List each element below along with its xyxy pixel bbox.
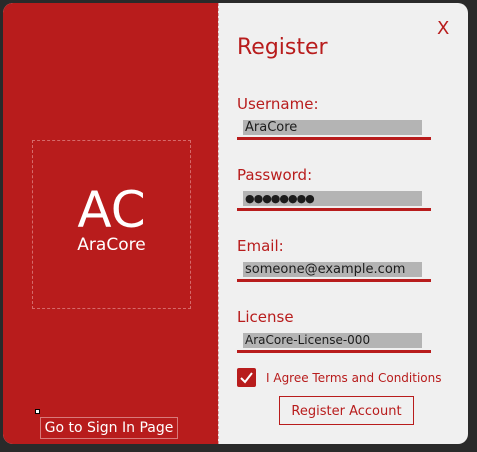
register-window: AC AraCore Go to Sign In Page X Register…: [3, 3, 468, 444]
close-button[interactable]: X: [437, 19, 449, 39]
password-underline: [237, 208, 431, 211]
email-label: Email:: [237, 237, 284, 255]
page-title: Register: [237, 35, 328, 60]
goto-signin-button[interactable]: Go to Sign In Page: [40, 417, 178, 439]
username-label: Username:: [237, 95, 319, 113]
logo: AC AraCore: [32, 140, 191, 309]
logo-mark: AC: [77, 181, 146, 239]
password-field[interactable]: ●●●●●●●●: [243, 191, 422, 206]
license-field[interactable]: AraCore-License-000: [243, 333, 422, 348]
selection-handle: [35, 409, 40, 414]
username-field[interactable]: AraCore: [243, 120, 422, 135]
agree-label: I Agree Terms and Conditions: [266, 371, 442, 385]
logo-name: AraCore: [77, 235, 146, 255]
register-account-button[interactable]: Register Account: [279, 396, 414, 425]
password-label: Password:: [237, 166, 313, 184]
license-underline: [237, 350, 431, 353]
email-field[interactable]: someone@example.com: [243, 262, 422, 277]
email-underline: [237, 279, 431, 282]
register-form: X Register Username: AraCore Password: ●…: [219, 3, 468, 444]
checkmark-icon: [240, 372, 253, 384]
license-label: License: [237, 308, 294, 326]
username-underline: [237, 137, 431, 140]
agree-checkbox[interactable]: [237, 368, 256, 387]
brand-panel: AC AraCore Go to Sign In Page: [3, 3, 218, 444]
